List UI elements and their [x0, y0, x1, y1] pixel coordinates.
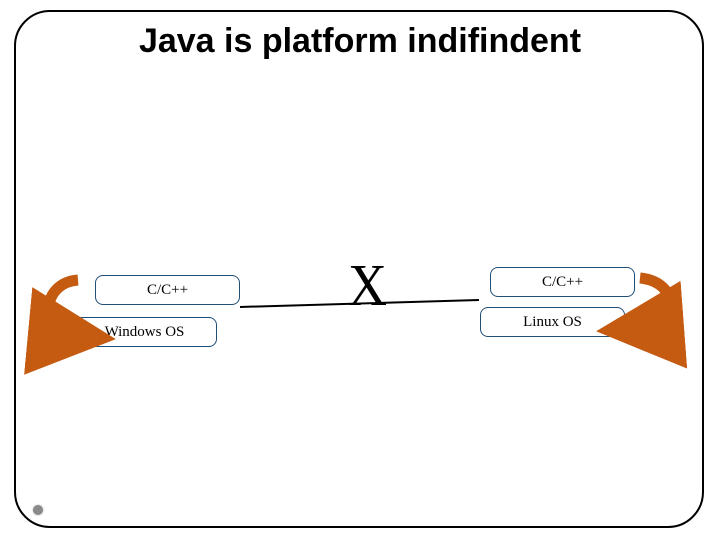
right-arrow-icon: [0, 0, 720, 540]
corner-dot-icon: [33, 505, 43, 515]
